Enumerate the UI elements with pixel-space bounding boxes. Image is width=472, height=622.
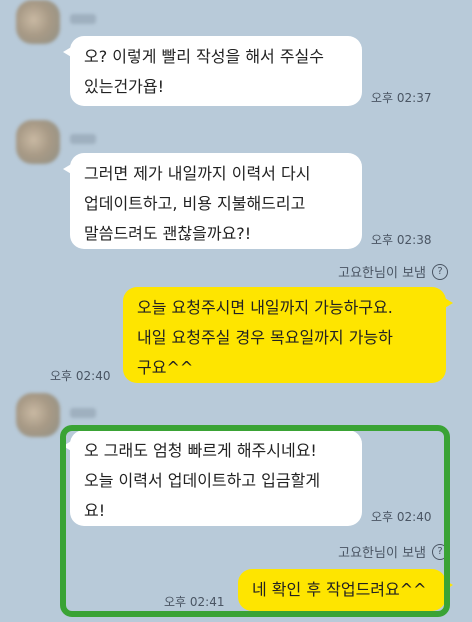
sent-by-note: 고요한님이 보냄 ? [338, 262, 448, 281]
sender-avatar[interactable] [16, 0, 60, 44]
sender-avatar[interactable] [16, 393, 60, 437]
message-time: 오후 02:38 [371, 233, 432, 247]
message-bubble-outgoing[interactable]: 오늘 요청주시면 내일까지 가능하구요. 내일 요청주실 경우 목요일까지 가능… [123, 287, 453, 383]
sender-name [70, 408, 96, 418]
question-circle-icon[interactable]: ? [432, 263, 448, 280]
highlight-frame [60, 425, 450, 617]
sender-avatar[interactable] [16, 120, 60, 164]
message-bubble-incoming[interactable]: 그러면 제가 내일까지 이력서 다시 업데이트하고, 비용 지불해드리고 말씀드… [63, 153, 362, 249]
message-time: 오후 02:37 [371, 91, 432, 105]
sender-name [70, 14, 96, 24]
message-bubble-incoming[interactable]: 오? 이렇게 빨리 작성을 해서 주실수 있는건가욥! [63, 36, 362, 106]
sender-name [70, 134, 96, 144]
sent-by-label: 고요한님이 보냄 [338, 266, 426, 281]
message-time: 오후 02:40 [50, 369, 111, 383]
